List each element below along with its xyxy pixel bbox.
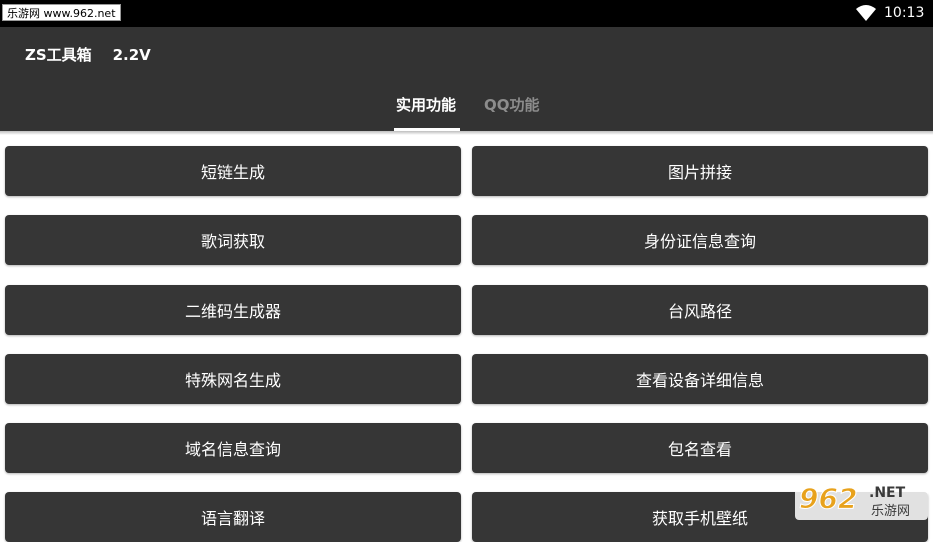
watermark-text: 乐游网 www.962.net: [2, 4, 121, 21]
image-stitch-button[interactable]: 图片拼接: [472, 146, 928, 196]
device-info-button[interactable]: 查看设备详细信息: [472, 354, 928, 404]
typhoon-path-button[interactable]: 台风路径: [472, 285, 928, 335]
app-toolbar: ZS工具箱 2.2V 实用功能 QQ功能: [0, 27, 933, 131]
app-title: ZS工具箱 2.2V: [25, 44, 151, 65]
clock: 10:13: [884, 5, 925, 21]
app-version: 2.2V: [112, 46, 151, 64]
status-bar: 乐游网 www.962.net 10:13: [0, 0, 933, 27]
nickname-generator-button[interactable]: 特殊网名生成: [5, 354, 461, 404]
logo-sub-text: 乐游网: [871, 504, 910, 519]
translate-button[interactable]: 语言翻译: [5, 492, 461, 542]
package-name-button[interactable]: 包名查看: [472, 423, 928, 473]
logo-main-text: 962: [799, 482, 857, 515]
lyrics-button[interactable]: 歌词获取: [5, 215, 461, 265]
site-logo: 962 .NET 乐游网: [795, 480, 928, 520]
id-card-query-button[interactable]: 身份证信息查询: [472, 215, 928, 265]
short-link-button[interactable]: 短链生成: [5, 146, 461, 196]
logo-suffix-text: .NET: [869, 485, 906, 501]
toolbar-shadow: [0, 131, 933, 135]
app-name: ZS工具箱: [25, 46, 92, 64]
qr-generator-button[interactable]: 二维码生成器: [5, 285, 461, 335]
tab-practical[interactable]: 实用功能: [396, 95, 456, 115]
domain-query-button[interactable]: 域名信息查询: [5, 423, 461, 473]
tab-qq[interactable]: QQ功能: [484, 95, 540, 115]
wifi-icon: [856, 5, 876, 21]
